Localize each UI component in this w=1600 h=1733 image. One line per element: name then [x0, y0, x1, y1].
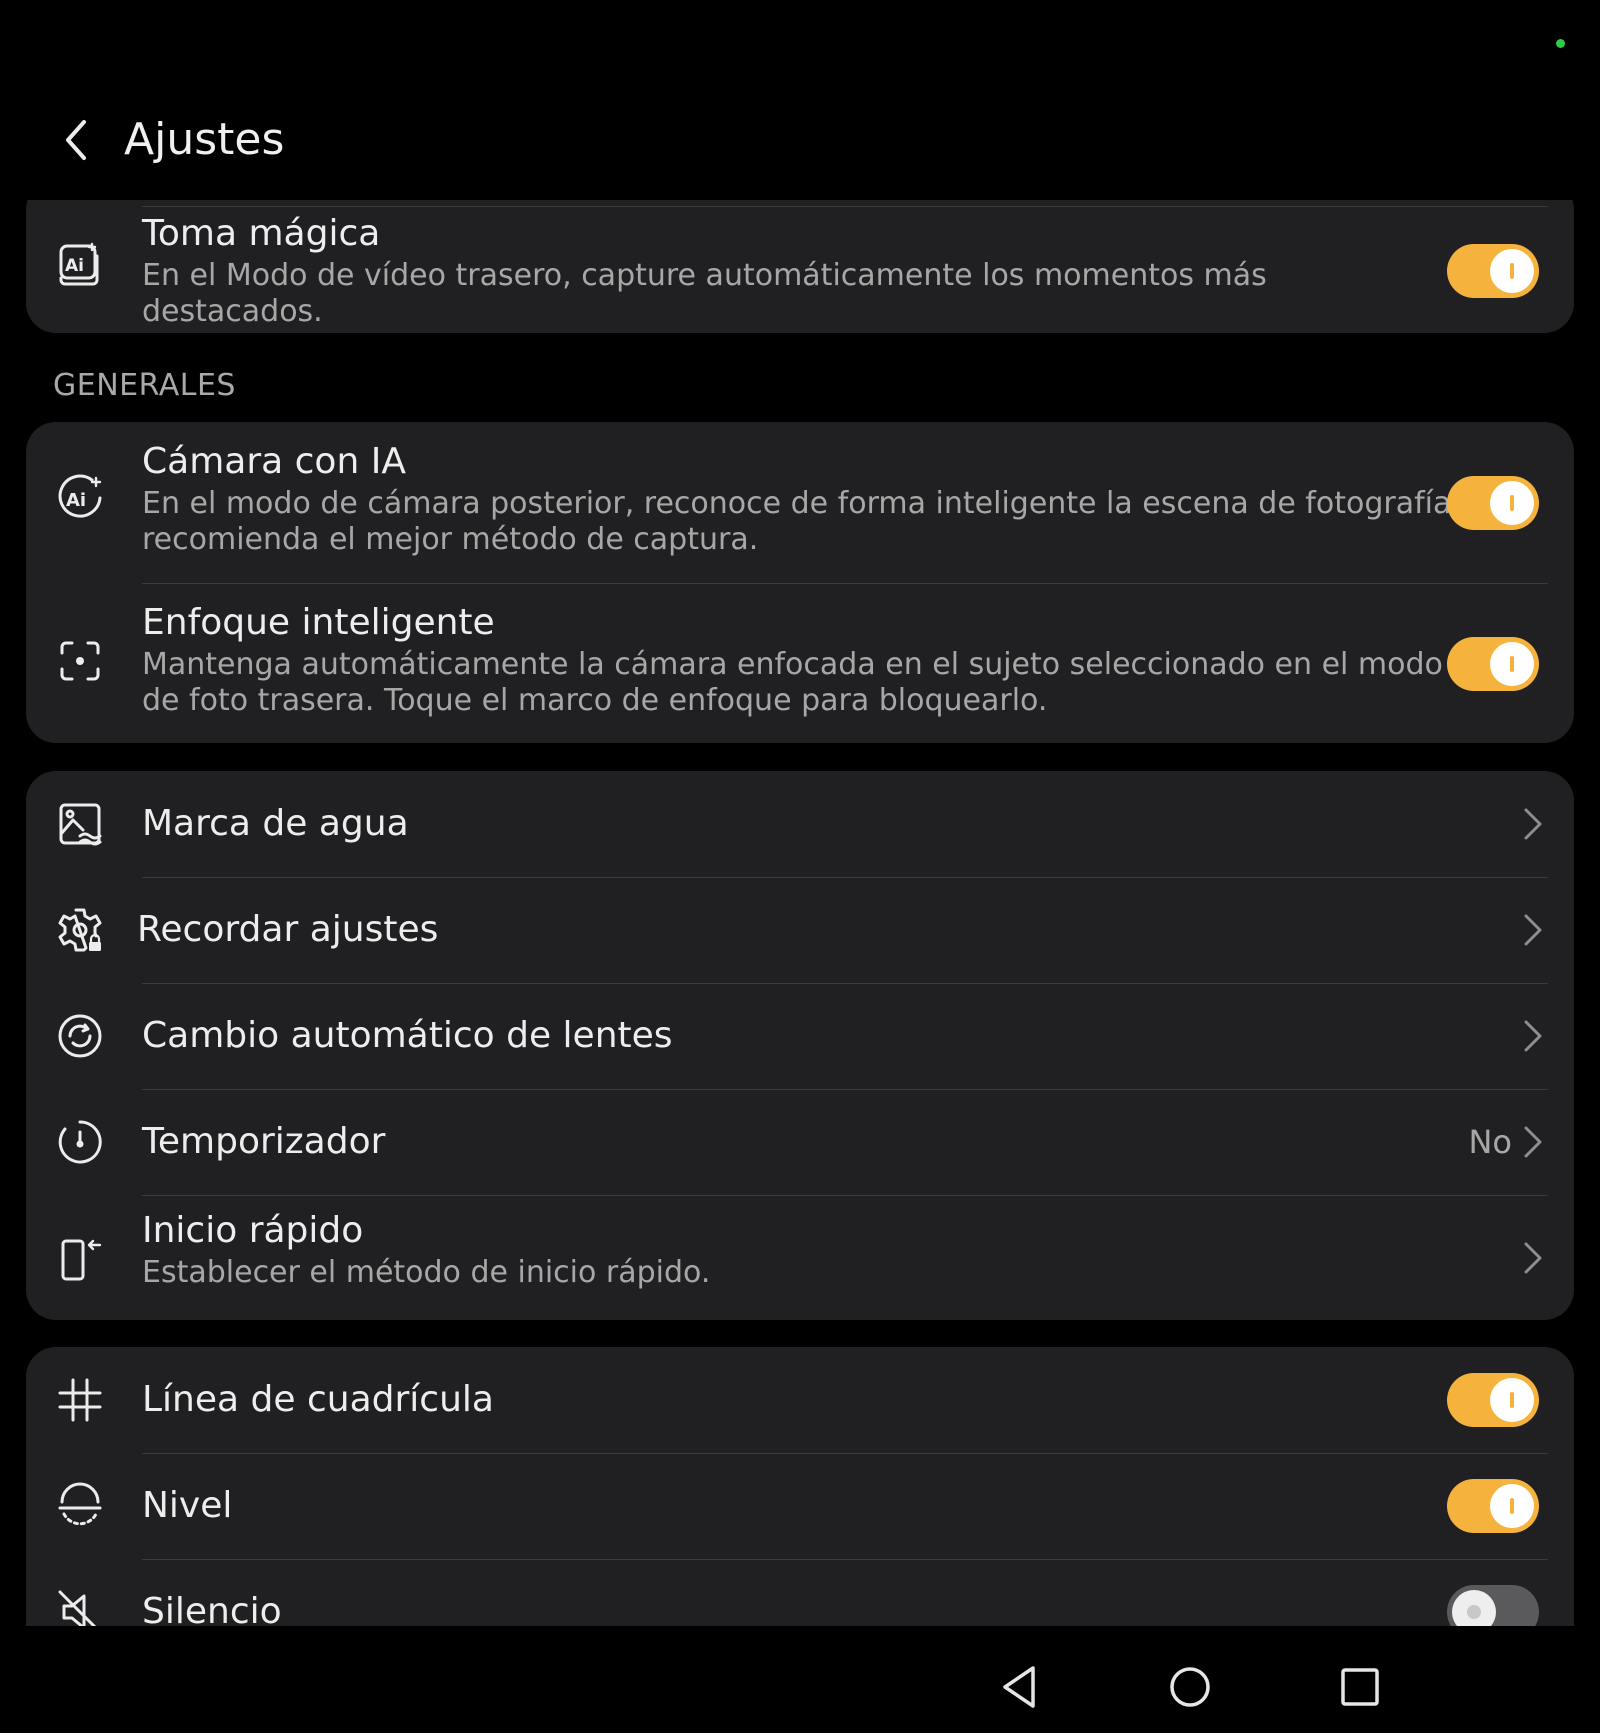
settings-list[interactable]: Ai Toma mágica En el Modo de vídeo trase… — [0, 200, 1600, 1626]
ai-camera-subtitle-1: En el modo de cámara posterior, reconoce… — [142, 486, 1479, 521]
smart-focus-subtitle-2: de foto trasera. Toque el marco de enfoq… — [142, 683, 1048, 718]
ai-camera-row[interactable]: Ai Cámara con IA En el modo de cámara po… — [26, 422, 1574, 583]
magic-shot-title: Toma mágica — [142, 213, 381, 254]
page-title: Ajustes — [124, 114, 285, 165]
image-watermark-icon — [56, 800, 104, 848]
mute-toggle[interactable] — [1447, 1585, 1539, 1626]
ai-camera-toggle[interactable] — [1447, 476, 1539, 530]
section-header-general: GENERALES — [53, 368, 236, 403]
focus-frame-icon — [56, 637, 104, 685]
remember-settings-title: Recordar ajustes — [137, 909, 439, 950]
timer-value: No — [1468, 1123, 1512, 1161]
back-nav-icon[interactable] — [995, 1662, 1045, 1712]
level-toggle[interactable] — [1447, 1479, 1539, 1533]
chevron-right-icon — [1524, 1242, 1542, 1274]
mute-title: Silencio — [142, 1591, 282, 1626]
level-row[interactable]: Nivel — [26, 1453, 1574, 1559]
recents-nav-icon[interactable] — [1335, 1662, 1385, 1712]
home-nav-icon[interactable] — [1165, 1662, 1215, 1712]
timer-title: Temporizador — [142, 1121, 386, 1162]
timer-row[interactable]: Temporizador No — [26, 1089, 1574, 1195]
magic-shot-toggle[interactable] — [1447, 244, 1539, 298]
status-indicator-dot — [1556, 39, 1565, 48]
magic-shot-group: Ai Toma mágica En el Modo de vídeo trase… — [26, 200, 1574, 333]
chevron-right-icon — [1524, 914, 1542, 946]
smart-focus-title: Enfoque inteligente — [142, 602, 495, 643]
timer-icon — [56, 1118, 104, 1166]
phone-quick-icon — [56, 1235, 104, 1283]
display-toggle-group: Línea de cuadrícula Nivel Silencio — [26, 1347, 1574, 1626]
ai-frame-icon: Ai — [56, 240, 104, 288]
back-arrow-icon[interactable] — [58, 114, 98, 166]
magic-shot-subtitle: En el Modo de vídeo trasero, capture aut… — [142, 258, 1267, 329]
smart-focus-row[interactable]: Enfoque inteligente Mantenga automáticam… — [26, 583, 1574, 743]
watermark-title: Marca de agua — [142, 803, 409, 844]
watermark-row[interactable]: Marca de agua — [26, 771, 1574, 877]
svg-text:Ai: Ai — [66, 490, 86, 511]
grid-icon — [56, 1376, 104, 1424]
ai-camera-subtitle-2: recomienda el mejor método de captura. — [142, 522, 759, 557]
general-nav-group: Marca de agua Recordar ajustes Cambio au… — [26, 771, 1574, 1320]
gear-lock-icon — [56, 906, 104, 954]
mute-row[interactable]: Silencio — [26, 1559, 1574, 1626]
lens-switch-icon — [56, 1012, 104, 1060]
grid-row[interactable]: Línea de cuadrícula — [26, 1347, 1574, 1453]
chevron-right-icon — [1524, 1020, 1542, 1052]
magic-shot-row[interactable]: Ai Toma mágica En el Modo de vídeo trase… — [26, 206, 1574, 333]
smart-focus-toggle[interactable] — [1447, 637, 1539, 691]
quick-start-subtitle: Establecer el método de inicio rápido. — [142, 1255, 711, 1290]
system-navigation-bar — [0, 1626, 1600, 1733]
grid-toggle[interactable] — [1447, 1373, 1539, 1427]
top-app-bar: Ajustes — [0, 100, 1600, 180]
grid-title: Línea de cuadrícula — [142, 1379, 494, 1420]
level-title: Nivel — [142, 1485, 233, 1526]
ai-camera-title: Cámara con IA — [142, 441, 406, 482]
chevron-right-icon — [1524, 1126, 1542, 1158]
ai-settings-group: Ai Cámara con IA En el modo de cámara po… — [26, 422, 1574, 743]
level-icon — [56, 1482, 104, 1530]
ai-circle-icon: Ai — [56, 474, 104, 522]
mute-icon — [56, 1588, 104, 1626]
lens-switch-row[interactable]: Cambio automático de lentes — [26, 983, 1574, 1089]
chevron-right-icon — [1524, 808, 1542, 840]
quick-start-title: Inicio rápido — [142, 1210, 364, 1251]
quick-start-row[interactable]: Inicio rápido Establecer el método de in… — [26, 1195, 1574, 1320]
lens-switch-title: Cambio automático de lentes — [142, 1015, 673, 1056]
remember-settings-row[interactable]: Recordar ajustes — [26, 877, 1574, 983]
smart-focus-subtitle-1: Mantenga automáticamente la cámara enfoc… — [142, 647, 1443, 682]
svg-text:Ai: Ai — [65, 256, 84, 276]
